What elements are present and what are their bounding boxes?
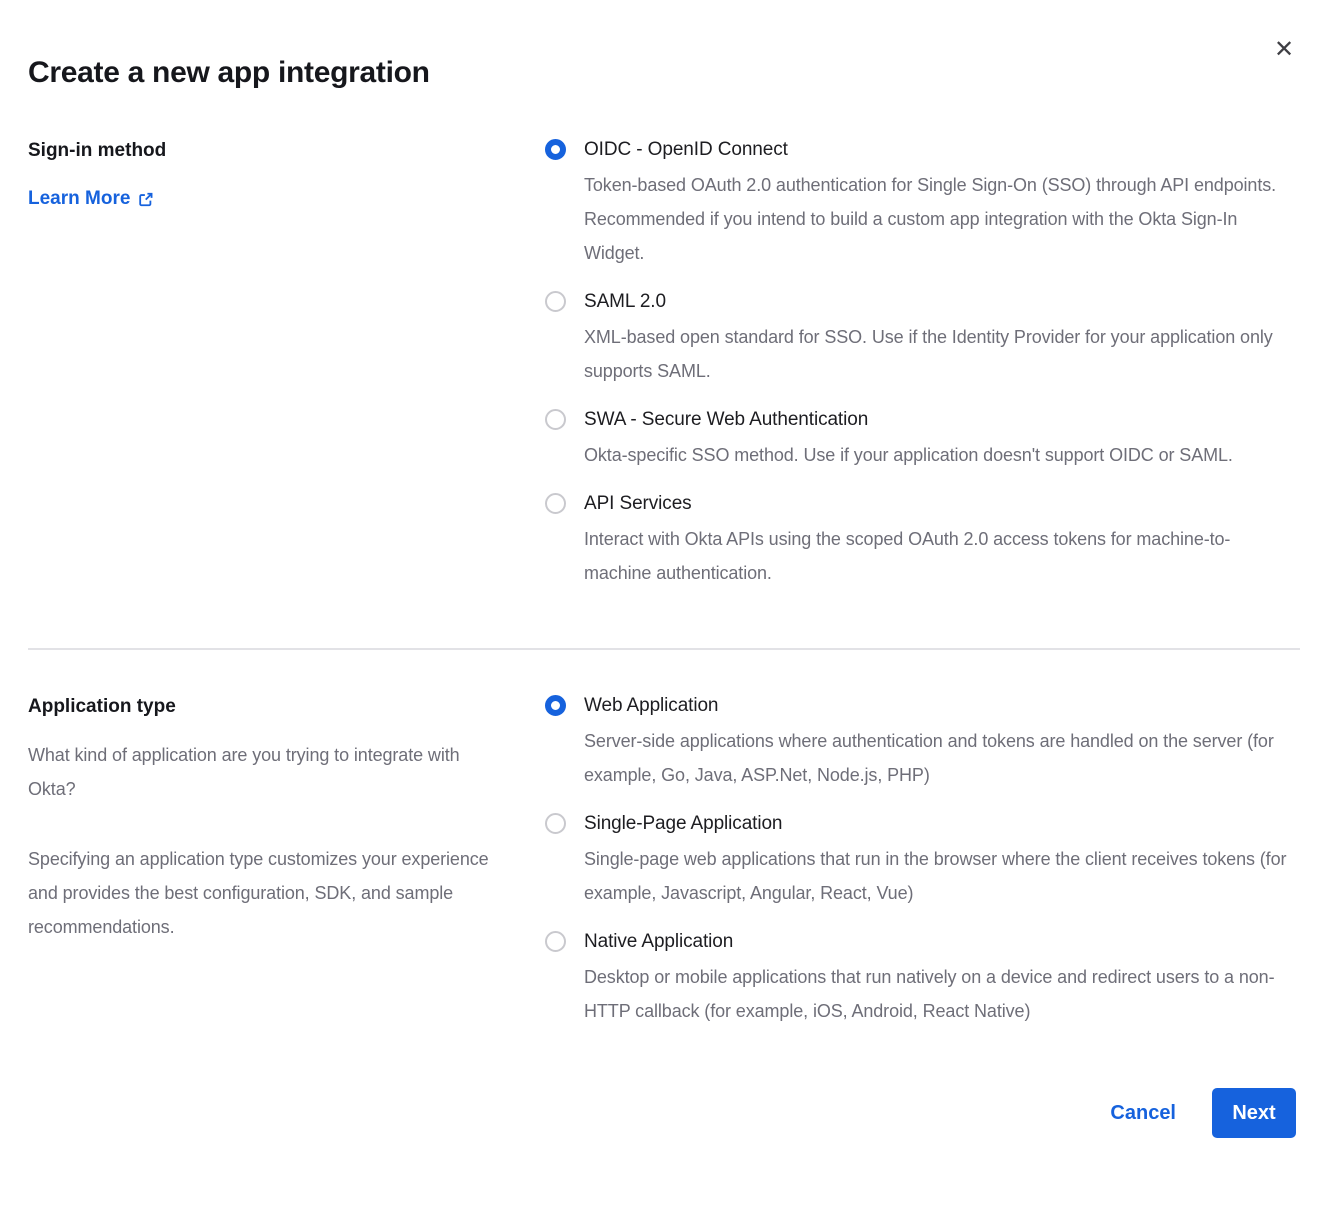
application-type-description-2: Specifying an application type customize… xyxy=(28,842,508,944)
signin-option-swa[interactable]: SWA - Secure Web Authentication Okta-spe… xyxy=(545,406,1300,472)
close-icon[interactable]: ✕ xyxy=(1270,36,1298,64)
create-app-integration-modal: ✕ Create a new app integration Sign-in m… xyxy=(0,0,1332,1210)
apptype-option-spa-description: Single-page web applications that run in… xyxy=(584,842,1296,910)
application-type-section: Application type What kind of applicatio… xyxy=(28,692,1300,1046)
apptype-option-web-description: Server-side applications where authentic… xyxy=(584,724,1296,792)
radio-unselected-icon[interactable] xyxy=(545,409,566,430)
learn-more-label: Learn More xyxy=(28,188,130,210)
modal-footer: Cancel Next xyxy=(28,1088,1300,1138)
radio-selected-icon[interactable] xyxy=(545,695,566,716)
page-title: Create a new app integration xyxy=(28,0,1300,90)
radio-unselected-icon[interactable] xyxy=(545,931,566,952)
signin-option-api-services-description: Interact with Okta APIs using the scoped… xyxy=(584,522,1296,590)
apptype-option-web[interactable]: Web Application Server-side applications… xyxy=(545,692,1300,792)
application-type-description-1: What kind of application are you trying … xyxy=(28,738,508,806)
apptype-option-native-description: Desktop or mobile applications that run … xyxy=(584,960,1296,1028)
section-divider xyxy=(28,648,1300,650)
cancel-button[interactable]: Cancel xyxy=(1110,1102,1176,1125)
apptype-option-native-label: Native Application xyxy=(584,928,1296,956)
radio-unselected-icon[interactable] xyxy=(545,813,566,834)
next-button[interactable]: Next xyxy=(1212,1088,1296,1138)
radio-unselected-icon[interactable] xyxy=(545,493,566,514)
apptype-option-spa-label: Single-Page Application xyxy=(584,810,1296,838)
signin-option-saml-description: XML-based open standard for SSO. Use if … xyxy=(584,320,1296,388)
radio-unselected-icon[interactable] xyxy=(545,291,566,312)
signin-option-api-services-label: API Services xyxy=(584,490,1296,518)
signin-option-oidc[interactable]: OIDC - OpenID Connect Token-based OAuth … xyxy=(545,136,1300,270)
signin-method-label: Sign-in method xyxy=(28,136,515,166)
signin-option-swa-description: Okta-specific SSO method. Use if your ap… xyxy=(584,438,1233,472)
signin-option-oidc-label: OIDC - OpenID Connect xyxy=(584,136,1296,164)
signin-option-swa-label: SWA - Secure Web Authentication xyxy=(584,406,1233,434)
application-type-label: Application type xyxy=(28,692,515,722)
apptype-option-native[interactable]: Native Application Desktop or mobile app… xyxy=(545,928,1300,1028)
signin-option-saml[interactable]: SAML 2.0 XML-based open standard for SSO… xyxy=(545,288,1300,388)
apptype-option-spa[interactable]: Single-Page Application Single-page web … xyxy=(545,810,1300,910)
external-link-icon xyxy=(137,191,154,208)
radio-selected-icon[interactable] xyxy=(545,139,566,160)
signin-method-section: Sign-in method Learn More OIDC - OpenID … xyxy=(28,136,1300,608)
signin-option-saml-label: SAML 2.0 xyxy=(584,288,1296,316)
learn-more-link[interactable]: Learn More xyxy=(28,188,154,210)
signin-option-oidc-description: Token-based OAuth 2.0 authentication for… xyxy=(584,168,1296,270)
signin-option-api-services[interactable]: API Services Interact with Okta APIs usi… xyxy=(545,490,1300,590)
apptype-option-web-label: Web Application xyxy=(584,692,1296,720)
